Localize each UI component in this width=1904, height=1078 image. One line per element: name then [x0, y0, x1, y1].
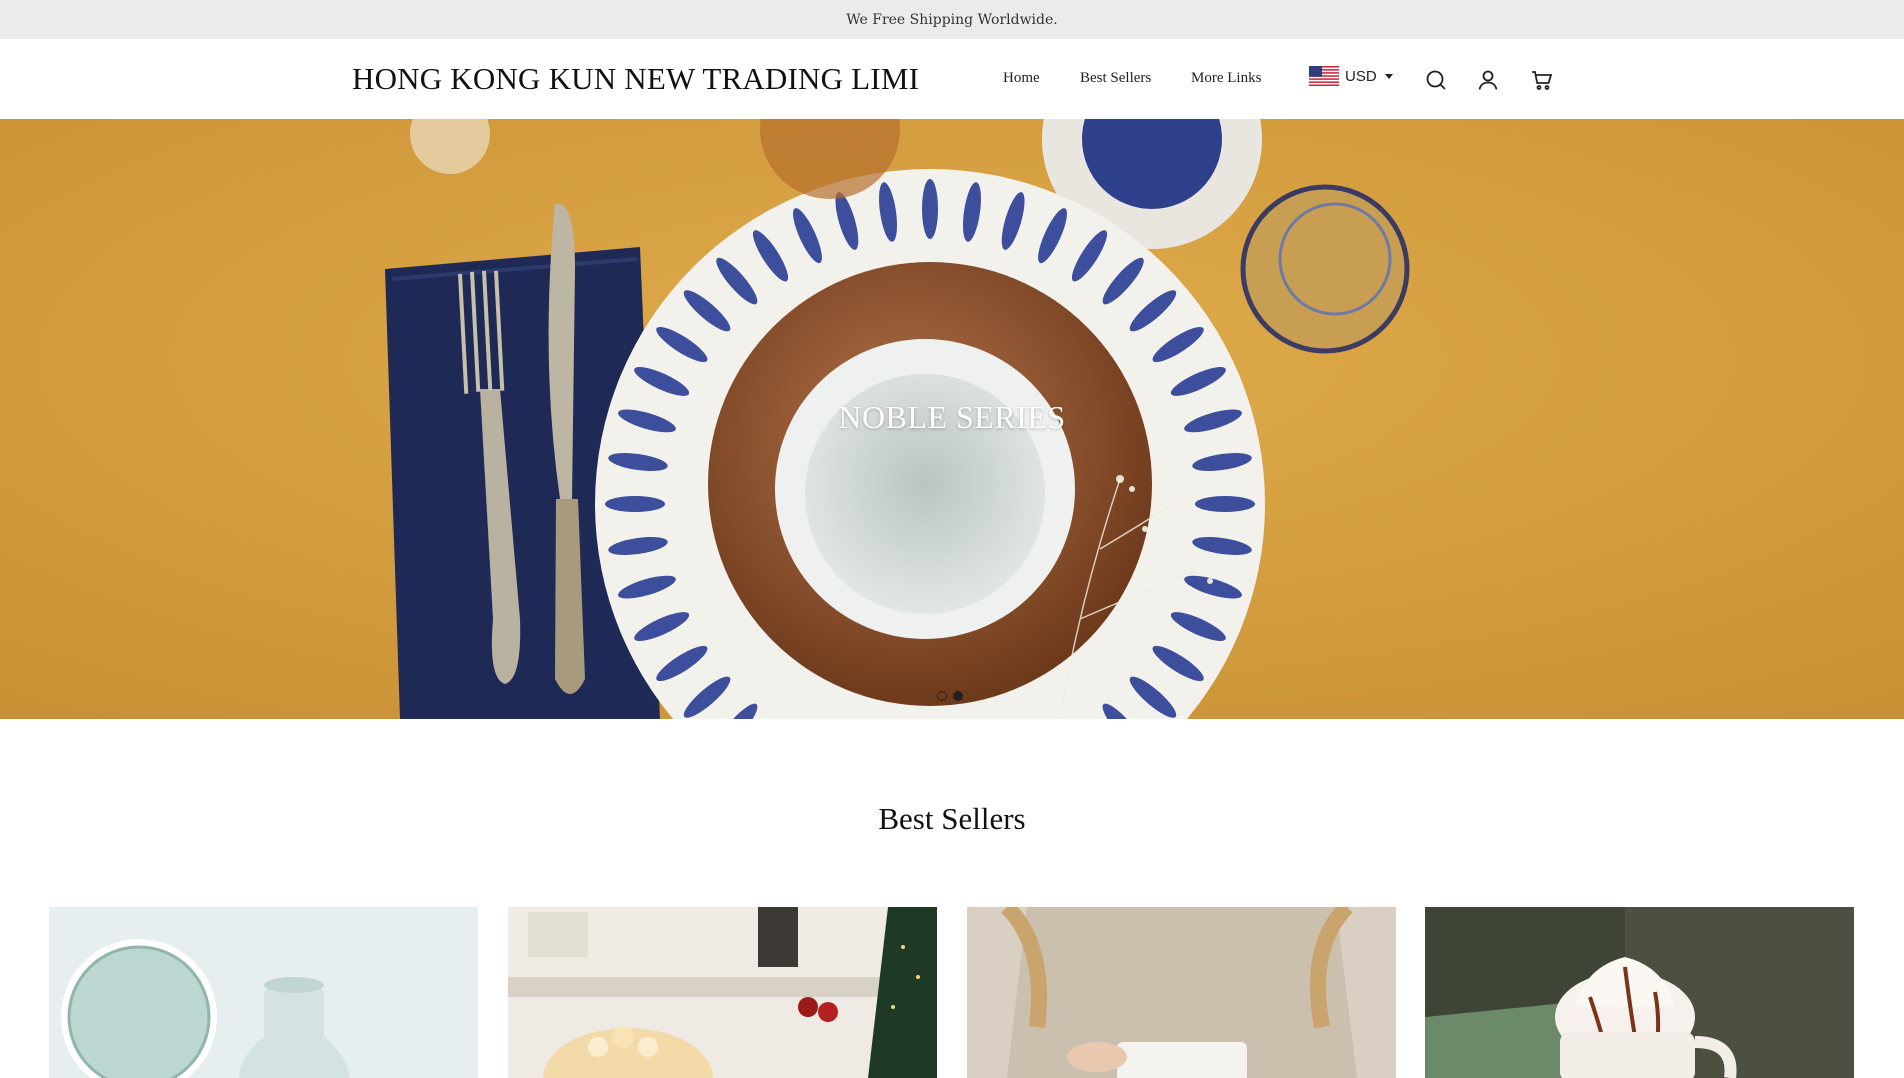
glass-vases-photo — [49, 907, 478, 1078]
announcement-text: We Free Shipping Worldwide. — [846, 11, 1058, 28]
currency-label: USD — [1345, 67, 1377, 85]
product-card[interactable] — [49, 907, 478, 1078]
currency-selector[interactable]: USD — [1309, 66, 1393, 86]
nav-home[interactable]: Home — [1003, 70, 1040, 87]
sweater-mug-photo — [967, 907, 1396, 1078]
product-card[interactable] — [967, 907, 1396, 1078]
search-icon[interactable] — [1424, 68, 1448, 92]
hero-banner[interactable]: NOBLE SERIES — [0, 119, 1904, 719]
product-card[interactable] — [1425, 907, 1854, 1078]
announcement-bar: We Free Shipping Worldwide. — [0, 0, 1904, 39]
nav-best-sellers[interactable]: Best Sellers — [1080, 70, 1151, 87]
cart-icon[interactable] — [1530, 68, 1554, 92]
nav-more-links[interactable]: More Links — [1191, 70, 1261, 87]
slide-dot-1[interactable] — [937, 691, 947, 701]
best-sellers-title: Best Sellers — [878, 801, 1026, 836]
plate-stripe — [922, 179, 938, 239]
user-icon[interactable] — [1476, 68, 1500, 92]
popcorn-kitchen-photo — [508, 907, 937, 1078]
slide-dot-2[interactable] — [953, 691, 963, 701]
site-header: HONG KONG KUN NEW TRADING LIMI Home Best… — [0, 39, 1904, 119]
plate-stripe — [1195, 496, 1255, 512]
slide-indicator — [937, 691, 963, 701]
plate-stripe — [605, 496, 665, 512]
us-flag-icon — [1309, 66, 1339, 86]
store-logo[interactable]: HONG KONG KUN NEW TRADING LIMI — [352, 61, 919, 97]
whipped-cream-mug-photo — [1425, 907, 1854, 1078]
product-card[interactable] — [508, 907, 937, 1078]
chevron-down-icon — [1384, 73, 1393, 79]
hero-title: NOBLE SERIES — [838, 399, 1066, 435]
